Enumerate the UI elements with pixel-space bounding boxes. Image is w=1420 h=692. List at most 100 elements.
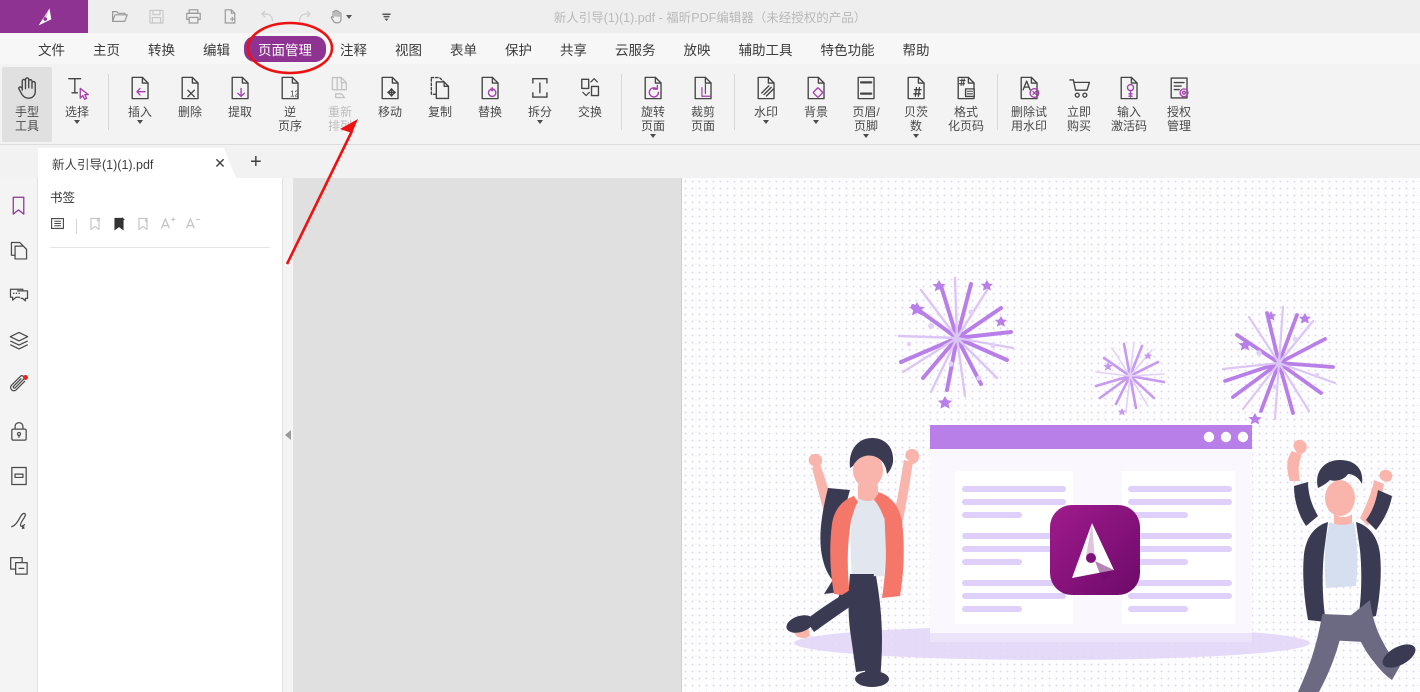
menu-item-8[interactable]: 保护 xyxy=(491,36,546,62)
menu-item-4[interactable]: 页面管理 xyxy=(244,36,326,62)
ribbon-button-select-text[interactable]: 选择 xyxy=(52,67,102,142)
ribbon-button-watermark[interactable]: 水印 xyxy=(741,67,791,142)
ribbon-button-replace-page[interactable]: 替换 xyxy=(465,67,515,142)
ribbon-button-label: 选择 xyxy=(65,105,89,119)
ribbon-button-dropdown[interactable] xyxy=(537,120,543,124)
ribbon-button-label: 复制 xyxy=(428,105,452,119)
menu-item-12[interactable]: 辅助工具 xyxy=(725,36,807,62)
menu-item-0[interactable]: 文件 xyxy=(24,36,79,62)
ribbon-button-bates-number[interactable]: 贝茨 数 xyxy=(891,67,941,142)
ribbon-button-label: 插入 xyxy=(128,105,152,119)
ribbon-button-dropdown[interactable] xyxy=(763,120,769,124)
document-tab[interactable]: 新人引导(1)(1).pdf ✕ xyxy=(38,148,236,178)
customize-qat-button[interactable] xyxy=(373,4,399,30)
sidebar-attachments[interactable] xyxy=(0,363,38,408)
copy-page-icon-wrap xyxy=(427,72,453,101)
background-icon-wrap xyxy=(803,72,829,101)
sidebar-fields[interactable] xyxy=(0,453,38,498)
bookmark-delete-icon xyxy=(88,216,103,232)
extract-page-icon xyxy=(227,75,253,101)
ribbon-button-dropdown[interactable] xyxy=(913,134,919,138)
bookmark-options-button[interactable] xyxy=(50,216,65,236)
ribbon-button-copy-page[interactable]: 复制 xyxy=(415,67,465,142)
redo-button[interactable] xyxy=(291,4,317,30)
folder-open-icon xyxy=(111,8,128,25)
ribbon-button-dropdown[interactable] xyxy=(650,134,656,138)
notification-badge xyxy=(23,375,28,380)
move-page-icon xyxy=(377,75,403,101)
chevron-down-icon xyxy=(863,134,869,138)
lock-icon xyxy=(8,420,30,442)
ribbon-button-dropdown[interactable] xyxy=(863,134,869,138)
ribbon-button-rotate-page[interactable]: 旋转 页面 xyxy=(628,67,678,142)
ribbon-button-reverse-order[interactable]: 12 逆 页序 xyxy=(265,67,315,142)
sidebar-pages[interactable] xyxy=(0,228,38,273)
sidebar-security[interactable] xyxy=(0,408,38,453)
undo-button[interactable] xyxy=(254,4,280,30)
menu-item-7[interactable]: 表单 xyxy=(436,36,491,62)
print-button[interactable] xyxy=(180,4,206,30)
ribbon-button-crop-page[interactable]: 裁剪 页面 xyxy=(678,67,728,142)
menu-item-1[interactable]: 主页 xyxy=(79,36,134,62)
list-options-icon xyxy=(50,216,65,231)
ribbon-button-swap-page[interactable]: 交换 xyxy=(565,67,615,142)
header-footer-icon-wrap xyxy=(853,72,879,101)
ribbon-button-delete-page[interactable]: 删除 xyxy=(165,67,215,142)
ribbon-button-dropdown[interactable] xyxy=(137,120,143,124)
menu-item-5[interactable]: 注释 xyxy=(326,36,381,62)
ribbon-button-format-page-number[interactable]: 格式 化页码 xyxy=(941,67,991,142)
ribbon-button-dropdown[interactable] xyxy=(813,120,819,124)
swap-page-icon-wrap xyxy=(577,72,603,101)
sidebar-comments[interactable] xyxy=(0,273,38,318)
document-tab-strip: 新人引导(1)(1).pdf ✕ + xyxy=(0,145,1420,178)
open-file-button[interactable] xyxy=(106,4,132,30)
new-file-button[interactable] xyxy=(217,4,243,30)
rotate-page-icon-wrap xyxy=(640,72,666,101)
ribbon-button-dropdown[interactable] xyxy=(74,120,80,124)
ribbon-button-license-manage[interactable]: 授权 管理 xyxy=(1154,67,1204,142)
sidebar-signatures[interactable] xyxy=(0,498,38,543)
svg-text:12: 12 xyxy=(290,90,300,99)
ribbon-button-background[interactable]: 背景 xyxy=(791,67,841,142)
bookmark-add-button[interactable] xyxy=(112,216,127,237)
ribbon-button-hand-tool[interactable]: 手型 工具 xyxy=(2,67,52,142)
ribbon-button-label: 移动 xyxy=(378,105,402,119)
menu-item-11[interactable]: 放映 xyxy=(670,36,725,62)
ribbon-button-label: 逆 页序 xyxy=(278,105,302,133)
menu-item-9[interactable]: 共享 xyxy=(546,36,601,62)
ribbon-button-move-page[interactable]: 移动 xyxy=(365,67,415,142)
ribbon-button-label: 页眉/ 页脚 xyxy=(852,105,879,133)
ribbon-button-label: 删除 xyxy=(178,105,202,119)
font-decrease-icon xyxy=(185,216,201,231)
close-tab-icon[interactable]: ✕ xyxy=(212,155,228,172)
new-tab-button[interactable]: + xyxy=(250,153,262,171)
bookmark-delete-button[interactable] xyxy=(88,216,103,237)
ribbon-button-insert-page[interactable]: 插入 xyxy=(115,67,165,142)
ribbon-button-label: 旋转 页面 xyxy=(641,105,665,133)
ribbon-button-header-footer[interactable]: 页眉/ 页脚 xyxy=(841,67,891,142)
menu-item-13[interactable]: 特色功能 xyxy=(807,36,889,62)
menu-item-14[interactable]: 帮助 xyxy=(889,36,944,62)
sidebar-stamps[interactable] xyxy=(0,543,38,588)
ribbon-button-remove-trial-watermark[interactable]: 删除试 用水印 xyxy=(1004,67,1054,142)
ribbon-button-shopping-cart[interactable]: 立即 购买 xyxy=(1054,67,1104,142)
sidebar-layers[interactable] xyxy=(0,318,38,363)
panel-collapse-handle[interactable] xyxy=(283,178,294,692)
ribbon-button-split-page[interactable]: 拆分 xyxy=(515,67,565,142)
ribbon-button-extract-page[interactable]: 提取 xyxy=(215,67,265,142)
floppy-save-icon xyxy=(148,8,165,25)
ribbon-button-activation-key[interactable]: 输入 激活码 xyxy=(1104,67,1154,142)
menu-item-6[interactable]: 视图 xyxy=(381,36,436,62)
bookmark-goto-button[interactable] xyxy=(136,216,151,237)
rearrange-icon xyxy=(327,75,353,101)
ribbon-button-label: 贝茨 数 xyxy=(904,105,928,133)
menu-item-3[interactable]: 编辑 xyxy=(189,36,244,62)
document-viewer[interactable] xyxy=(294,178,1420,692)
save-button[interactable] xyxy=(143,4,169,30)
font-increase-button[interactable] xyxy=(160,216,176,236)
menu-item-2[interactable]: 转换 xyxy=(134,36,189,62)
sidebar-bookmarks[interactable] xyxy=(0,183,38,228)
menu-item-10[interactable]: 云服务 xyxy=(601,36,670,62)
hand-tool-button[interactable] xyxy=(328,8,352,25)
font-decrease-button[interactable] xyxy=(185,216,201,236)
